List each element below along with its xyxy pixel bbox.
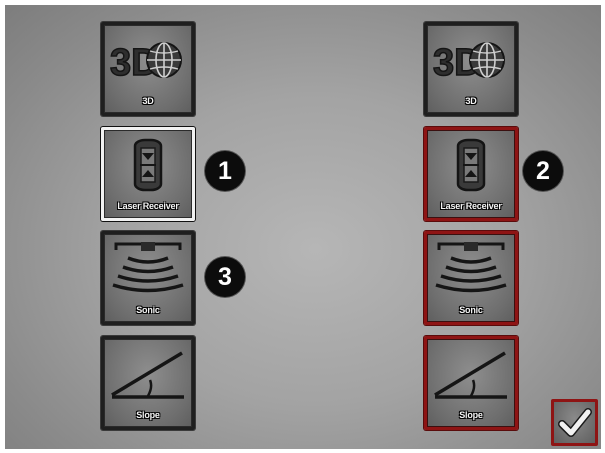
tile-label: Laser Receiver xyxy=(117,201,179,211)
tile-3d-left[interactable]: 3D 3D xyxy=(101,22,195,116)
tile-label: Slope xyxy=(459,410,483,420)
tile-sonic-right[interactable]: Sonic xyxy=(424,231,518,325)
tile-label: 3D xyxy=(142,96,154,106)
tile-3d-right[interactable]: 3D 3D xyxy=(424,22,518,116)
tile-slope-left[interactable]: Slope xyxy=(101,336,195,430)
tile-slope-right[interactable]: Slope xyxy=(424,336,518,430)
tile-sonic-left[interactable]: Sonic xyxy=(101,231,195,325)
sensor-selection-screen: 3D 3D Laser Receiver Sonic Slope 3D 3D L… xyxy=(5,5,601,449)
tile-laser-receiver-right[interactable]: Laser Receiver xyxy=(424,127,518,221)
callout-badge-3: 3 xyxy=(205,257,245,297)
tile-label: Sonic xyxy=(459,305,483,315)
tile-label: Slope xyxy=(136,410,160,420)
tile-laser-receiver-left[interactable]: Laser Receiver xyxy=(101,127,195,221)
callout-badge-1: 1 xyxy=(205,151,245,191)
tile-label: Laser Receiver xyxy=(440,201,502,211)
tile-label: 3D xyxy=(465,96,477,106)
checkmark-icon xyxy=(558,408,592,437)
tile-label: Sonic xyxy=(136,305,160,315)
confirm-button[interactable] xyxy=(551,399,598,446)
callout-badge-2: 2 xyxy=(523,151,563,191)
